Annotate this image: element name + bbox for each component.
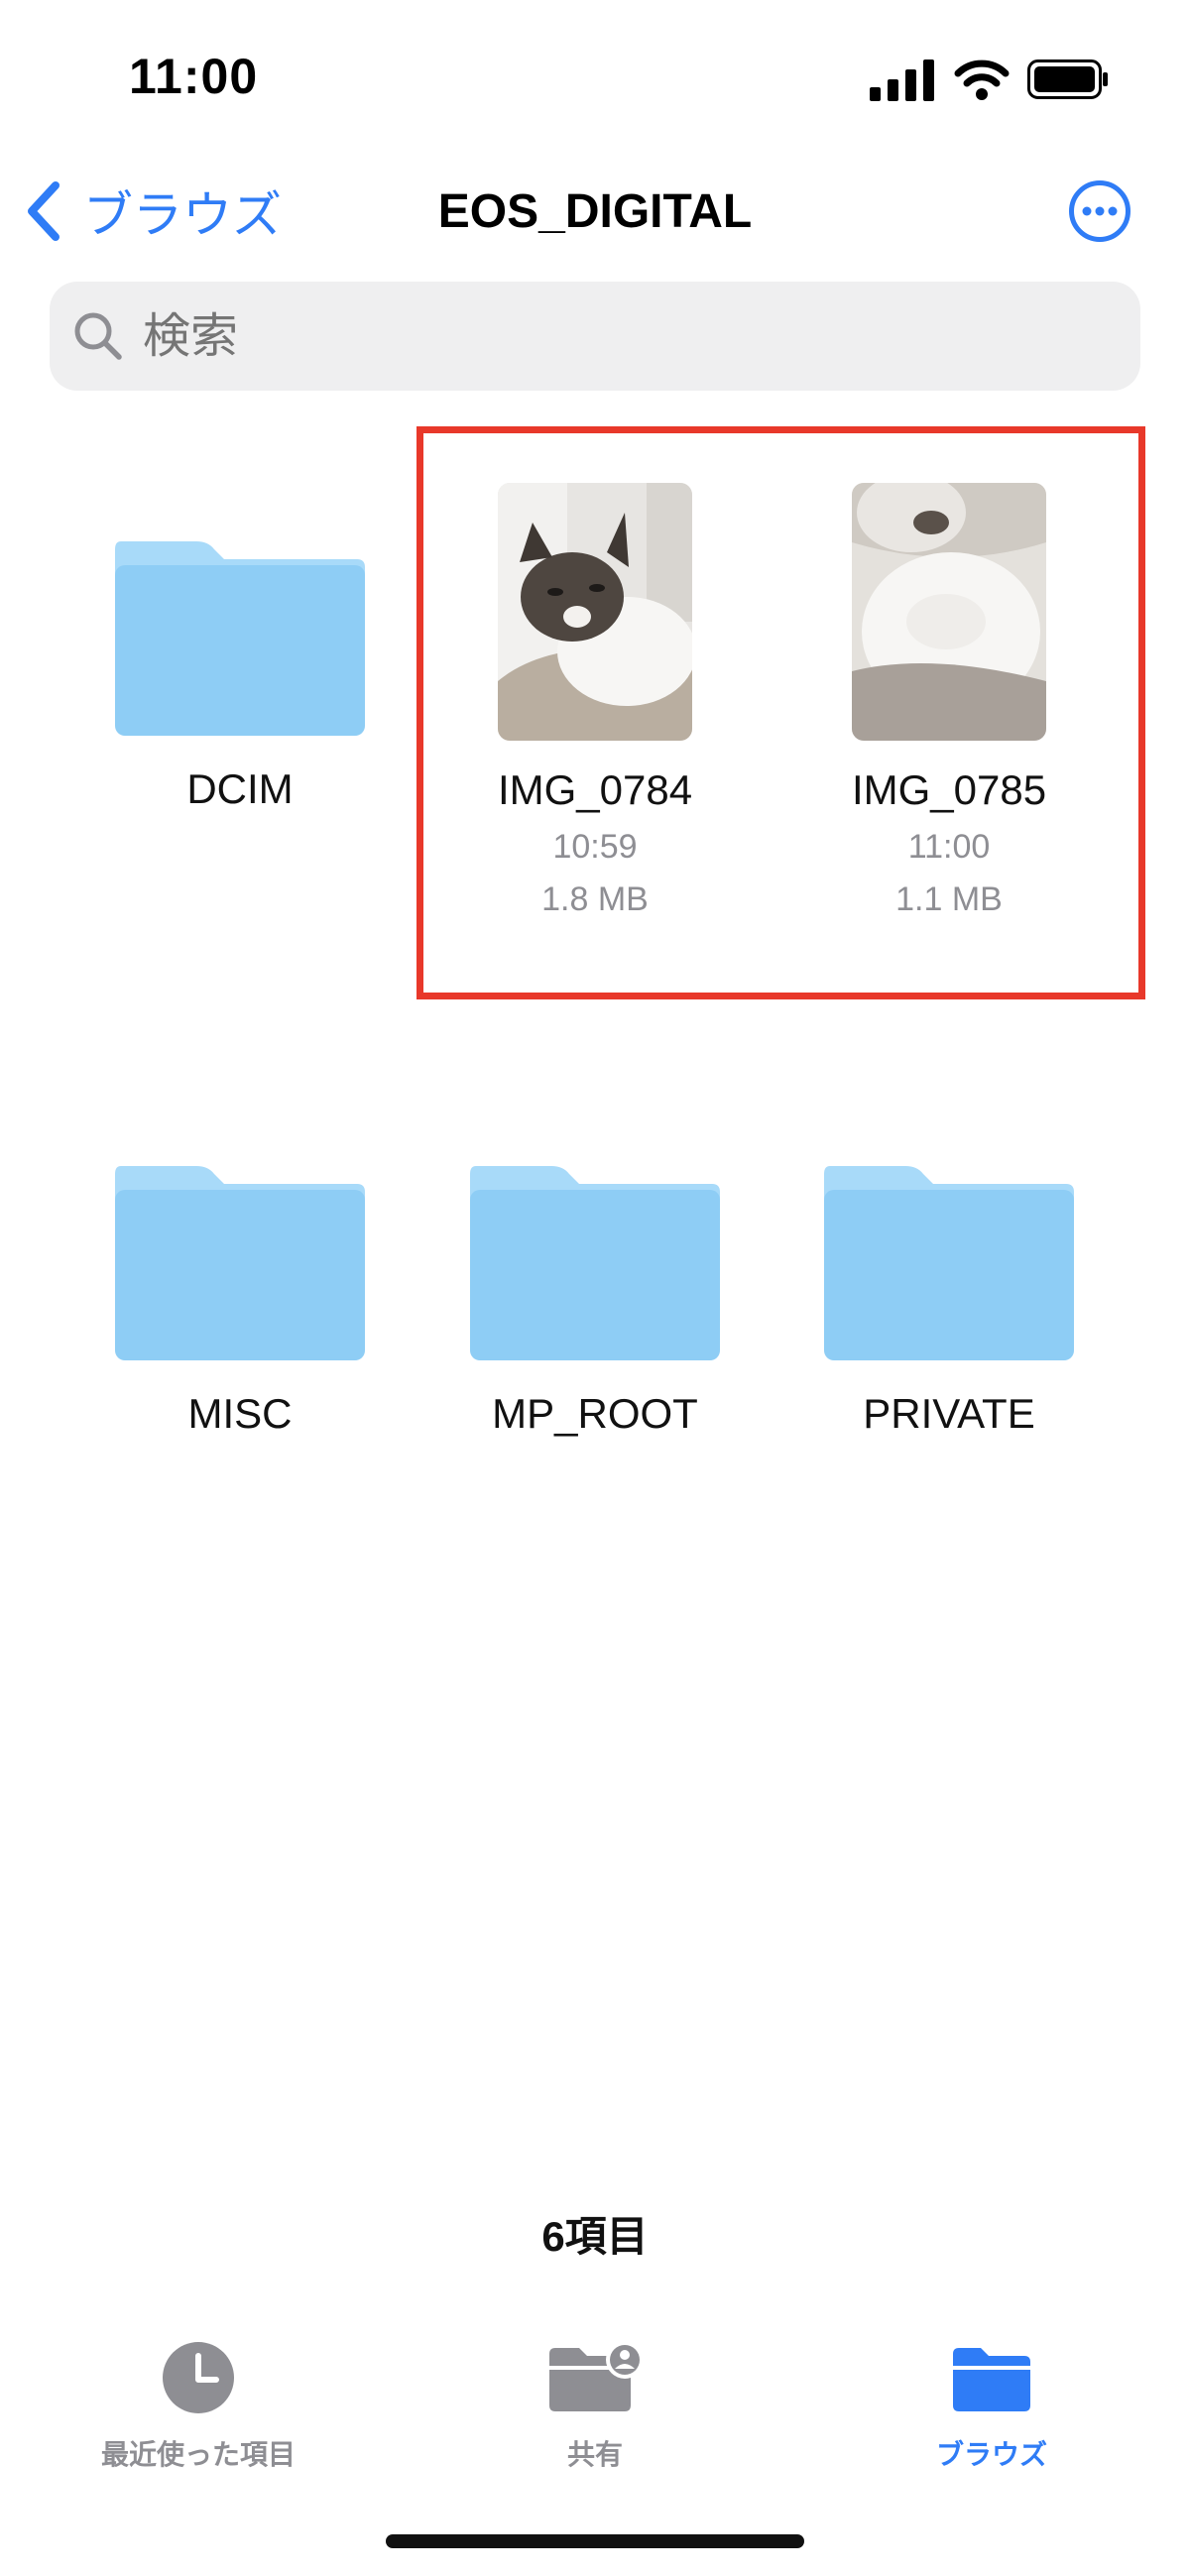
home-indicator[interactable] (386, 2534, 804, 2548)
image-item-img-0784[interactable]: IMG_0784 10:59 1.8 MB (431, 483, 759, 919)
shared-folder-icon (549, 2341, 644, 2411)
image-item-img-0785[interactable]: IMG_0785 11:00 1.1 MB (785, 483, 1113, 919)
item-name: IMG_0784 (497, 766, 693, 813)
item-time: 11:00 (907, 828, 991, 866)
cat-photo-thumbnail (498, 483, 692, 741)
clock-icon (163, 2342, 234, 2413)
cat-photo-thumbnail (852, 483, 1046, 741)
cellular-signal-icon (870, 59, 934, 101)
item-count: 6項目 (541, 2213, 649, 2260)
search-bar[interactable] (50, 282, 1140, 391)
tab-label: 共有 (566, 2439, 623, 2470)
folder-item-private[interactable]: PRIVATE (785, 1160, 1113, 1438)
item-time: 10:59 (552, 828, 638, 866)
item-name: MISC (187, 1390, 293, 1437)
folder-icon (115, 541, 365, 736)
battery-icon (1027, 59, 1108, 99)
tab-recents[interactable]: 最近使った項目 (50, 2340, 347, 2473)
search-icon (74, 312, 122, 360)
more-options-icon[interactable] (1068, 179, 1131, 243)
item-size: 1.8 MB (541, 880, 649, 918)
tab-label: 最近使った項目 (100, 2439, 296, 2470)
item-name: PRIVATE (863, 1390, 1035, 1437)
folder-item-misc[interactable]: MISC (76, 1160, 404, 1438)
folder-icon (470, 1166, 720, 1360)
search-input[interactable] (141, 307, 1037, 365)
wifi-icon (954, 59, 1010, 100)
item-name: DCIM (186, 765, 294, 812)
tab-shared[interactable]: 共有 (446, 2340, 744, 2473)
folder-icon (953, 2348, 1030, 2411)
folder-item-mp-root[interactable]: MP_ROOT (431, 1160, 759, 1438)
folder-icon (824, 1166, 1074, 1360)
tab-label: ブラウズ (935, 2439, 1047, 2470)
folder-item-dcim[interactable]: DCIM (76, 535, 404, 813)
page-title: EOS_DIGITAL (437, 185, 753, 238)
item-name: MP_ROOT (492, 1390, 698, 1437)
item-name: IMG_0785 (851, 766, 1047, 813)
status-time: 11:00 (129, 49, 259, 104)
item-size: 1.1 MB (895, 880, 1003, 918)
tab-browse[interactable]: ブラウズ (843, 2340, 1140, 2473)
folder-icon (115, 1166, 365, 1360)
